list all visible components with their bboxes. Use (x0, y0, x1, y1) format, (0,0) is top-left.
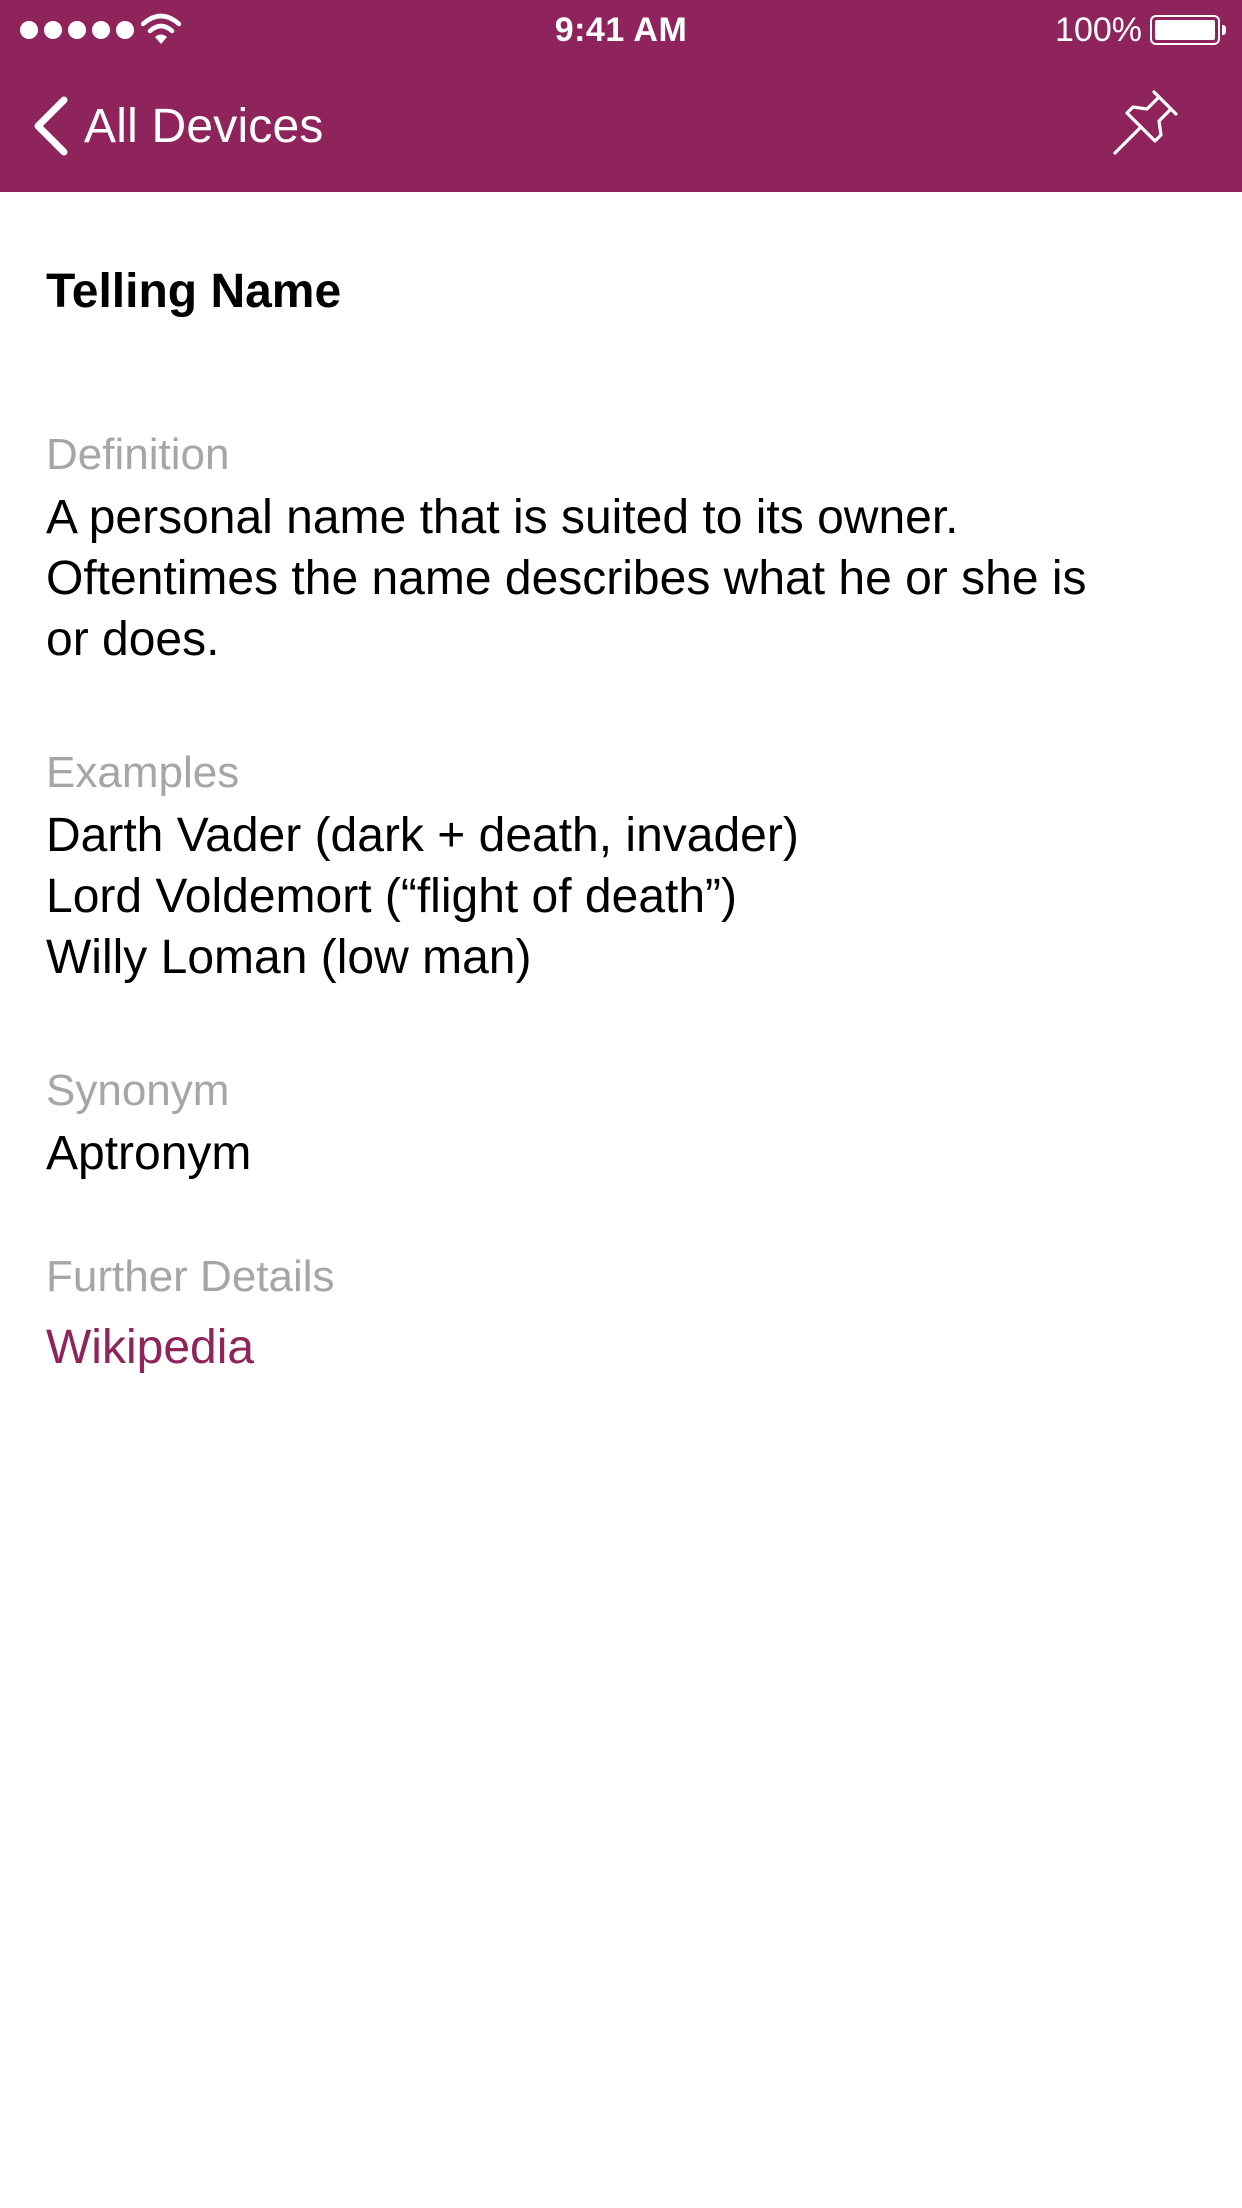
definition-line: or does. (46, 613, 220, 666)
back-button[interactable]: All Devices (30, 90, 324, 162)
definition-line: A personal name that is suited to its ow… (46, 491, 959, 544)
examples-list: Darth Vader (dark + death, invader) Lord… (46, 805, 1196, 988)
chevron-left-icon (34, 96, 68, 156)
example-item: Willy Loman (low man) (46, 931, 532, 984)
example-item: Darth Vader (dark + death, invader) (46, 809, 799, 862)
status-bar: 9:41 AM 100% (0, 0, 1242, 60)
examples-label: Examples (46, 748, 240, 797)
definition-line: Oftentimes the name describes what he or… (46, 552, 1087, 605)
app-screen: 9:41 AM 100% All Devices Telling Name De… (0, 0, 1242, 2208)
further-details-label: Further Details (46, 1252, 335, 1301)
wikipedia-link[interactable]: Wikipedia (46, 1317, 1196, 1378)
navigation-bar: All Devices (0, 60, 1242, 192)
pin-icon[interactable] (1110, 88, 1180, 158)
definition-label: Definition (46, 430, 230, 479)
battery-icon (1150, 15, 1226, 45)
battery-percent: 100% (1055, 11, 1142, 49)
definition-text: A personal name that is suited to its ow… (46, 487, 1196, 670)
entry-title: Telling Name (46, 265, 342, 318)
synonym-value: Aptronym (46, 1127, 252, 1180)
synonym-label: Synonym (46, 1066, 230, 1115)
back-button-label: All Devices (84, 99, 324, 153)
top-bar: 9:41 AM 100% All Devices (0, 0, 1242, 192)
example-item: Lord Voldemort (“flight of death”) (46, 870, 738, 923)
